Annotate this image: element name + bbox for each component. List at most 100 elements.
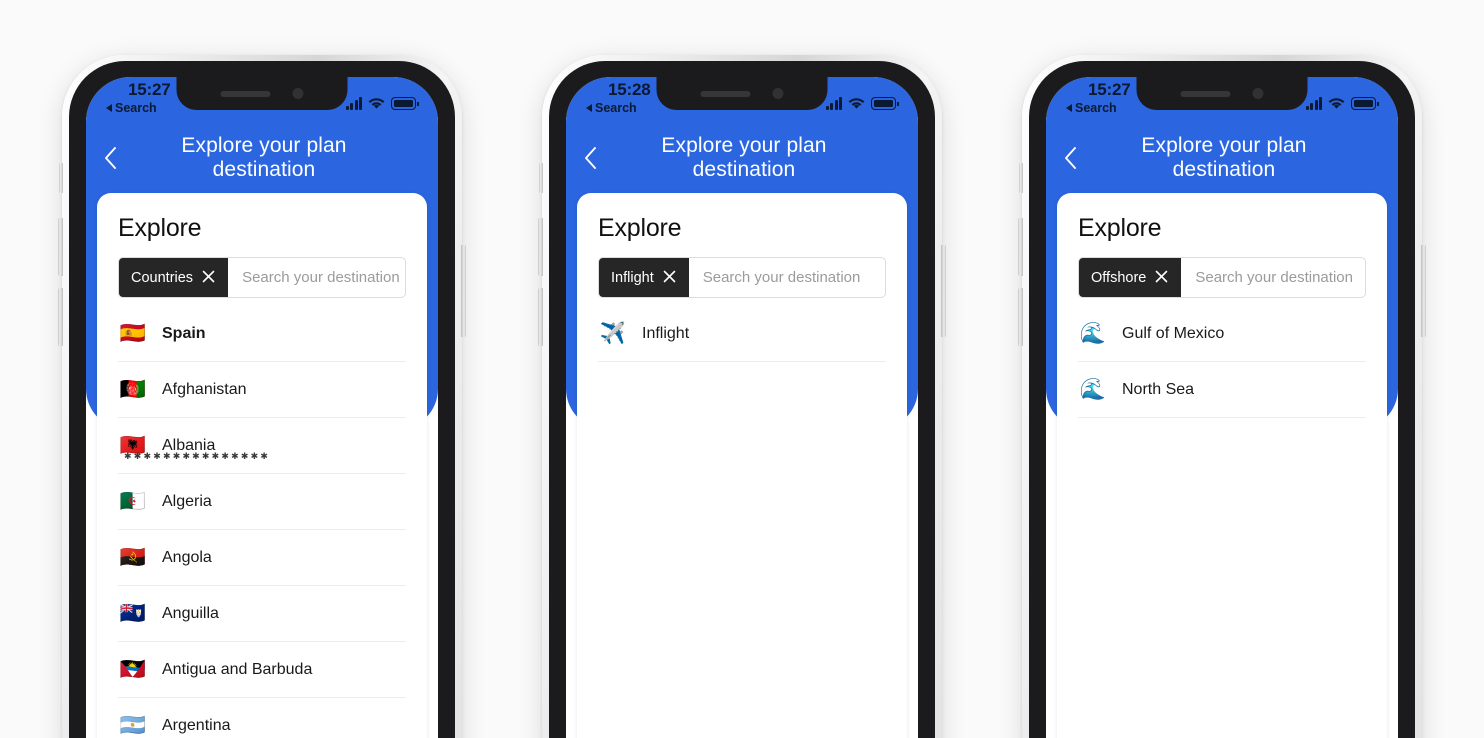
status-back-to-app[interactable]: Search <box>586 101 637 115</box>
phone-bezel: 15:27 Search Explore your plan destinati… <box>1029 61 1415 738</box>
page-title: Explore your plan destination <box>1141 134 1307 181</box>
destination-flag-icon: 🇩🇿 <box>119 490 147 513</box>
phone-notch <box>176 77 348 110</box>
destination-row[interactable]: 🇦🇷 Argentina <box>118 698 406 738</box>
back-button[interactable] <box>566 147 614 169</box>
battery-icon <box>871 97 899 110</box>
close-icon[interactable] <box>663 270 676 286</box>
app-navigation-bar: Explore your plan destination <box>1046 134 1398 181</box>
close-icon[interactable] <box>1155 270 1168 286</box>
back-triangle-icon <box>1066 104 1072 112</box>
app-navigation-bar: Explore your plan destination <box>86 134 438 181</box>
status-time: 15:27 <box>1088 80 1131 99</box>
power-button[interactable] <box>461 245 466 337</box>
phone-screen: 15:27 Search Explore your plan destinati… <box>1046 77 1398 738</box>
destination-result-list: ✈️ Inflight <box>598 306 886 362</box>
destination-flag-icon: 🌊 <box>1079 378 1107 401</box>
destination-label: Argentina <box>162 716 231 734</box>
volume-down-button[interactable] <box>58 288 63 346</box>
back-button[interactable] <box>1046 147 1094 169</box>
status-back-to-app[interactable]: Search <box>106 101 157 115</box>
search-input[interactable] <box>228 258 405 297</box>
destination-label: Angola <box>162 548 212 566</box>
front-camera-icon <box>772 88 784 99</box>
destination-row[interactable]: 🌊 North Sea <box>1078 362 1366 418</box>
status-indicators <box>1305 97 1379 110</box>
back-triangle-icon <box>106 104 112 112</box>
destination-flag-icon: 🇪🇸 <box>119 322 147 345</box>
power-button[interactable] <box>1421 245 1426 337</box>
status-indicators <box>345 97 419 110</box>
status-time: 15:28 <box>608 80 651 99</box>
card-heading: Explore <box>598 214 682 242</box>
phone-notch <box>656 77 828 110</box>
destination-label: Algeria <box>162 492 212 510</box>
phone-bezel: 15:28 Search Explore your plan destinati… <box>549 61 935 738</box>
search-row: Inflight <box>598 257 886 298</box>
destination-row[interactable]: 🇩🇿 Algeria <box>118 474 406 530</box>
filter-chip[interactable]: Countries <box>119 258 229 297</box>
destination-flag-icon: ✈️ <box>599 322 627 345</box>
search-row: Offshore <box>1078 257 1366 298</box>
search-row: Countries <box>118 257 406 298</box>
destination-flag-icon: 🇦🇮 <box>119 602 147 625</box>
back-triangle-icon <box>586 104 592 112</box>
silent-switch-button[interactable] <box>539 163 543 193</box>
page-title: Explore your plan destination <box>181 134 347 181</box>
search-input[interactable] <box>1181 258 1365 297</box>
destination-row[interactable]: 🇦🇫 Afghanistan <box>118 362 406 418</box>
front-camera-icon <box>292 88 304 99</box>
chevron-left-icon <box>584 147 596 169</box>
status-back-label: Search <box>595 101 637 115</box>
chevron-left-icon <box>1064 147 1076 169</box>
volume-up-button[interactable] <box>58 218 63 276</box>
wifi-icon <box>848 97 865 110</box>
volume-down-button[interactable] <box>1018 288 1023 346</box>
volume-up-button[interactable] <box>538 218 543 276</box>
explore-card: Explore Countries 🇪🇸 Spain 🇦🇫 Afghanistan 🇦🇱… <box>97 193 427 738</box>
destination-row[interactable]: 🇦🇱 Albania ✱✱✱✱✱✱✱✱✱✱✱✱✱✱✱ <box>118 418 406 474</box>
destination-label: Antigua and Barbuda <box>162 660 313 678</box>
back-button[interactable] <box>86 147 134 169</box>
filter-chip-label: Offshore <box>1091 269 1147 286</box>
explore-card: Explore Offshore 🌊 Gulf of Mexico 🌊 North S… <box>1057 193 1387 738</box>
phone-screen: 15:27 Search Explore your plan destinati… <box>86 77 438 738</box>
power-button[interactable] <box>941 245 946 337</box>
silent-switch-button[interactable] <box>1019 163 1023 193</box>
destination-row[interactable]: 🇦🇬 Antigua and Barbuda <box>118 642 406 698</box>
battery-icon <box>391 97 419 110</box>
silent-switch-button[interactable] <box>59 163 63 193</box>
filter-chip[interactable]: Inflight <box>599 258 689 297</box>
screenshot-stage: 15:27 Search Explore your plan destinati… <box>0 0 1484 738</box>
signal-bars-icon <box>1305 97 1322 110</box>
front-camera-icon <box>1252 88 1264 99</box>
destination-row[interactable]: 🇪🇸 Spain <box>118 306 406 362</box>
destination-flag-icon: 🇦🇷 <box>119 714 147 737</box>
destination-row[interactable]: 🇦🇴 Angola <box>118 530 406 586</box>
wifi-icon <box>1328 97 1345 110</box>
destination-label: Gulf of Mexico <box>1122 324 1225 342</box>
destination-flag-icon: 🇦🇬 <box>119 658 147 681</box>
destination-label: North Sea <box>1122 380 1195 398</box>
destination-row[interactable]: 🌊 Gulf of Mexico <box>1078 306 1366 362</box>
phone-mockup-3: 15:27 Search Explore your plan destinati… <box>1018 55 1426 738</box>
destination-row[interactable]: 🇦🇮 Anguilla <box>118 586 406 642</box>
speaker-grille-icon <box>1180 90 1231 97</box>
card-heading: Explore <box>118 214 202 242</box>
status-back-to-app[interactable]: Search <box>1066 101 1117 115</box>
status-indicators <box>825 97 899 110</box>
destination-row[interactable]: ✈️ Inflight <box>598 306 886 362</box>
signal-bars-icon <box>345 97 362 110</box>
destination-label: Afghanistan <box>162 380 247 398</box>
search-input[interactable] <box>688 258 885 297</box>
app-navigation-bar: Explore your plan destination <box>566 134 918 181</box>
filter-chip[interactable]: Offshore <box>1079 258 1182 297</box>
speaker-grille-icon <box>220 90 271 97</box>
battery-icon <box>1351 97 1379 110</box>
close-icon[interactable] <box>202 270 215 286</box>
wifi-icon <box>368 97 385 110</box>
volume-up-button[interactable] <box>1018 218 1023 276</box>
phone-screen: 15:28 Search Explore your plan destinati… <box>566 77 918 738</box>
destination-result-list: 🇪🇸 Spain 🇦🇫 Afghanistan 🇦🇱 Albania ✱✱✱✱✱✱✱✱✱✱✱… <box>118 306 406 738</box>
volume-down-button[interactable] <box>538 288 543 346</box>
